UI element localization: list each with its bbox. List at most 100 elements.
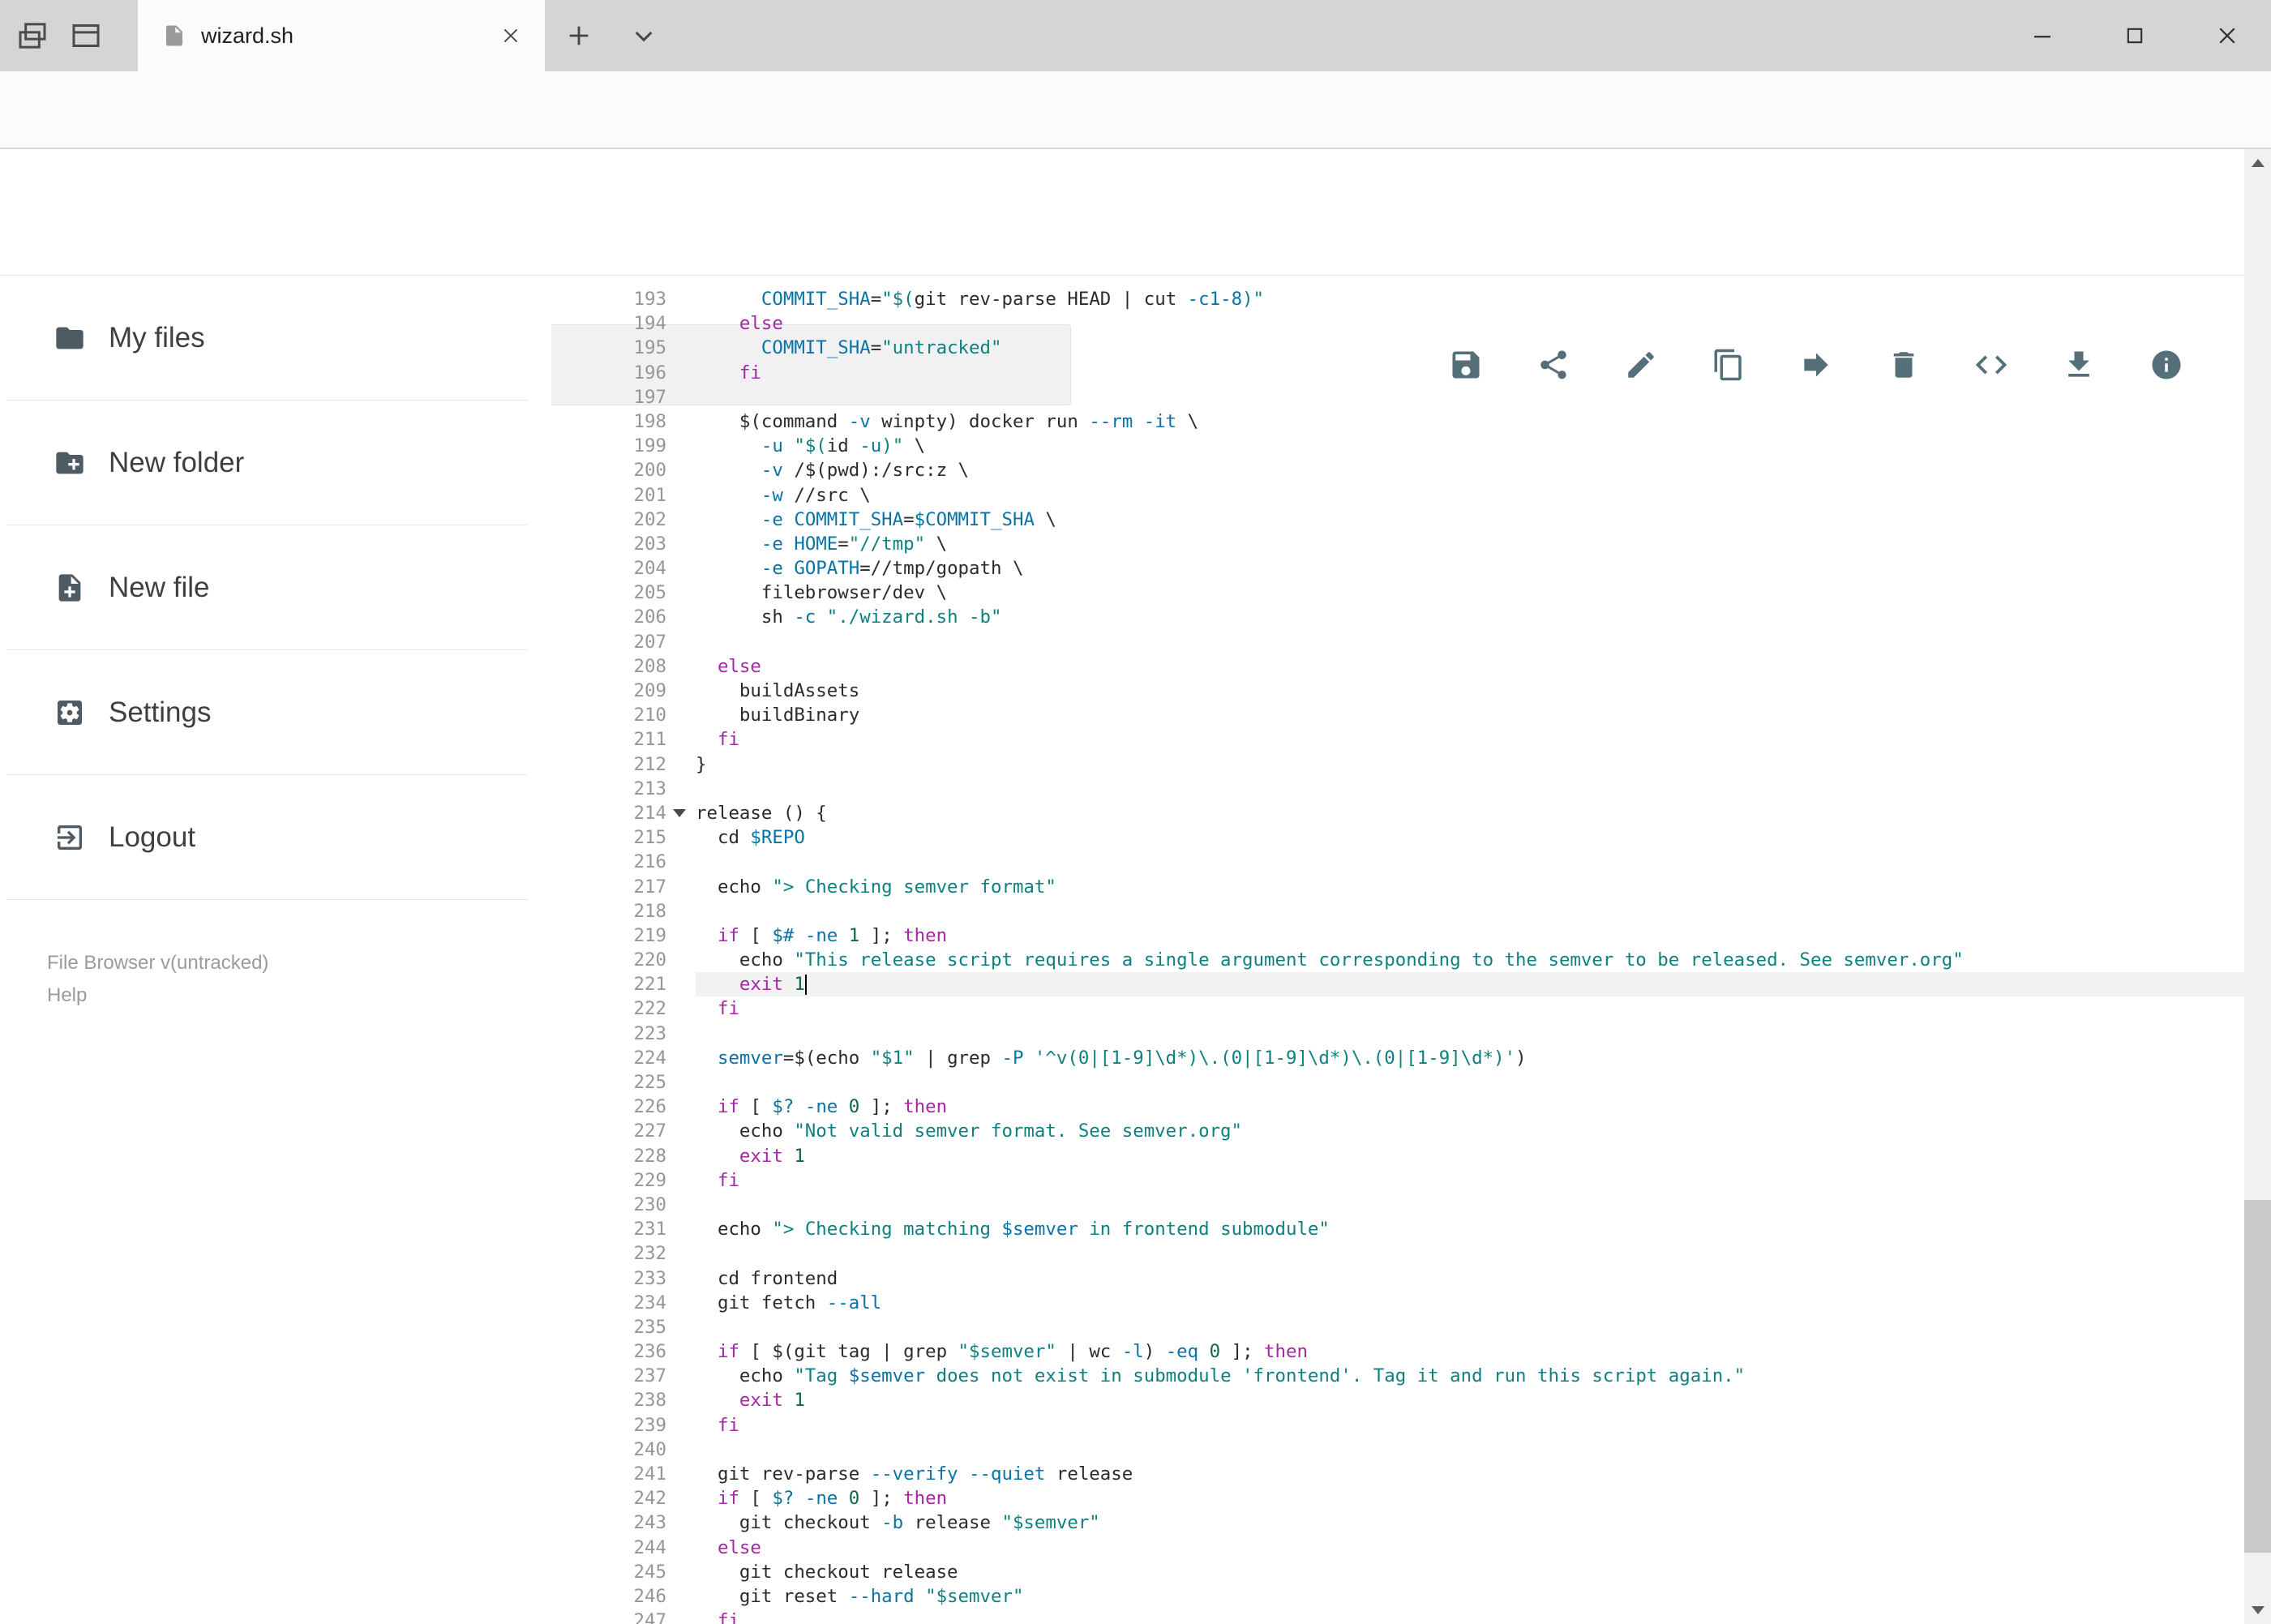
code-line[interactable]: 212}: [551, 752, 2244, 777]
code-line[interactable]: 205 filebrowser/dev \: [551, 581, 2244, 605]
code-line[interactable]: 196 fi: [551, 361, 2244, 385]
code-line[interactable]: 229 fi: [551, 1168, 2244, 1193]
code-line[interactable]: 202 -e COMMIT_SHA=$COMMIT_SHA \: [551, 508, 2244, 532]
minimize-button[interactable]: [2002, 0, 2083, 71]
close-button[interactable]: [2187, 0, 2268, 71]
help-link[interactable]: Help: [47, 979, 268, 1012]
line-number: 211: [633, 729, 666, 751]
code-line[interactable]: 246 git reset --hard "$semver": [551, 1584, 2244, 1609]
code-line[interactable]: 197: [551, 385, 2244, 409]
code-line[interactable]: 231 echo "> Checking matching $semver in…: [551, 1217, 2244, 1241]
tab-close-icon[interactable]: [498, 23, 524, 49]
code-line[interactable]: 210 buildBinary: [551, 703, 2244, 727]
tabs-aside-icon[interactable]: [13, 16, 52, 55]
scrollbar-thumb[interactable]: [2244, 1200, 2271, 1553]
code-line[interactable]: 216: [551, 850, 2244, 874]
maximize-button[interactable]: [2094, 0, 2175, 71]
new-folder-icon: [54, 447, 86, 479]
code-line[interactable]: 193 COMMIT_SHA="$(git rev-parse HEAD | c…: [551, 287, 2244, 311]
sidebar-item-my-files[interactable]: My files: [6, 276, 527, 401]
code-line[interactable]: 215 cd $REPO: [551, 825, 2244, 850]
tab-list-chevron-icon[interactable]: [626, 18, 662, 54]
code-line[interactable]: 247 fi: [551, 1609, 2244, 1624]
code-line[interactable]: 204 -e GOPATH=//tmp/gopath \: [551, 556, 2244, 581]
code-line[interactable]: 206 sh -c "./wizard.sh -b": [551, 605, 2244, 629]
code-editor[interactable]: 193 COMMIT_SHA="$(git rev-parse HEAD | c…: [551, 276, 2244, 1624]
line-number: 238: [633, 1390, 666, 1412]
line-number: 222: [633, 998, 666, 1020]
code-line[interactable]: 240: [551, 1438, 2244, 1462]
code-line[interactable]: 208 else: [551, 654, 2244, 679]
line-number: 220: [633, 949, 666, 971]
code-line[interactable]: 227 echo "Not valid semver format. See s…: [551, 1119, 2244, 1143]
new-file-icon: [54, 572, 86, 604]
code-line[interactable]: 242 if [ $? -ne 0 ]; then: [551, 1486, 2244, 1510]
code-line[interactable]: 207: [551, 630, 2244, 654]
code-line[interactable]: 223: [551, 1022, 2244, 1046]
code-line[interactable]: 221 exit 1: [551, 972, 2244, 997]
code-line[interactable]: 195 COMMIT_SHA="untracked": [551, 336, 2244, 360]
code-line[interactable]: 218: [551, 899, 2244, 923]
line-number: 243: [633, 1512, 666, 1534]
line-number: 244: [633, 1536, 666, 1558]
page-scrollbar[interactable]: [2244, 149, 2271, 1624]
line-number: 230: [633, 1193, 666, 1215]
code-line[interactable]: 203 -e HOME="//tmp" \: [551, 532, 2244, 556]
line-number: 200: [633, 460, 666, 482]
code-line[interactable]: 243 git checkout -b release "$semver": [551, 1510, 2244, 1535]
page-favicon-icon: [162, 24, 186, 48]
new-tab-button[interactable]: [561, 18, 597, 54]
code-line[interactable]: 245 git checkout release: [551, 1560, 2244, 1584]
code-line[interactable]: 222 fi: [551, 996, 2244, 1021]
code-line[interactable]: 211 fi: [551, 727, 2244, 752]
sidebar-item-label: New file: [109, 571, 210, 603]
line-number: 218: [633, 900, 666, 922]
sidebar-item-new-file[interactable]: New file: [6, 525, 527, 650]
fold-marker-icon[interactable]: [673, 808, 686, 817]
browser-tab[interactable]: wizard.sh: [138, 0, 545, 71]
code-line[interactable]: 239 fi: [551, 1413, 2244, 1438]
sidebar-item-label: My files: [109, 321, 205, 354]
line-number: 193: [633, 289, 666, 310]
code-line[interactable]: 233 cd frontend: [551, 1266, 2244, 1291]
code-line[interactable]: 225: [551, 1070, 2244, 1095]
code-line[interactable]: 236 if [ $(git tag | grep "$semver" | wc…: [551, 1339, 2244, 1364]
code-line[interactable]: 224 semver=$(echo "$1" | grep -P '^v(0|[…: [551, 1046, 2244, 1070]
code-line[interactable]: 209 buildAssets: [551, 679, 2244, 703]
line-number: 198: [633, 410, 666, 432]
code-line[interactable]: 235: [551, 1315, 2244, 1339]
code-line[interactable]: 198 $(command -v winpty) docker run --rm…: [551, 409, 2244, 434]
tab-preview-icon[interactable]: [66, 16, 105, 55]
line-number: 210: [633, 705, 666, 726]
code-line[interactable]: 199 -u "$(id -u)" \: [551, 434, 2244, 458]
code-line[interactable]: 214 release () {: [551, 801, 2244, 825]
code-line[interactable]: 228 exit 1: [551, 1144, 2244, 1168]
line-number: 242: [633, 1488, 666, 1510]
code-line[interactable]: 213: [551, 777, 2244, 801]
line-number: 207: [633, 631, 666, 653]
line-number: 241: [633, 1463, 666, 1485]
code-line[interactable]: 200 -v /$(pwd):/src:z \: [551, 458, 2244, 482]
scrollbar-down-arrow[interactable]: [2244, 1596, 2271, 1624]
code-line[interactable]: 244 else: [551, 1536, 2244, 1560]
code-line[interactable]: 220 echo "This release script requires a…: [551, 948, 2244, 972]
scrollbar-up-arrow[interactable]: [2244, 149, 2271, 177]
sidebar-item-label: New folder: [109, 446, 245, 478]
sidebar-item-new-folder[interactable]: New folder: [6, 401, 527, 525]
code-line[interactable]: 238 exit 1: [551, 1388, 2244, 1412]
code-line[interactable]: 237 echo "Tag $semver does not exist in …: [551, 1364, 2244, 1388]
code-line[interactable]: 217 echo "> Checking semver format": [551, 875, 2244, 899]
line-number: 203: [633, 533, 666, 555]
code-line[interactable]: 232: [551, 1241, 2244, 1266]
code-line[interactable]: 226 if [ $? -ne 0 ]; then: [551, 1095, 2244, 1119]
code-line[interactable]: 219 if [ $# -ne 1 ]; then: [551, 923, 2244, 948]
code-line[interactable]: 201 -w //src \: [551, 483, 2244, 508]
code-line[interactable]: 194 else: [551, 311, 2244, 336]
code-line[interactable]: 230: [551, 1193, 2244, 1217]
sidebar-item-settings[interactable]: Settings: [6, 650, 527, 775]
code-line[interactable]: 241 git rev-parse --verify --quiet relea…: [551, 1462, 2244, 1486]
text-cursor: [804, 975, 807, 996]
sidebar-item-label: Logout: [109, 821, 196, 853]
code-line[interactable]: 234 git fetch --all: [551, 1291, 2244, 1315]
sidebar-item-logout[interactable]: Logout: [6, 775, 527, 900]
